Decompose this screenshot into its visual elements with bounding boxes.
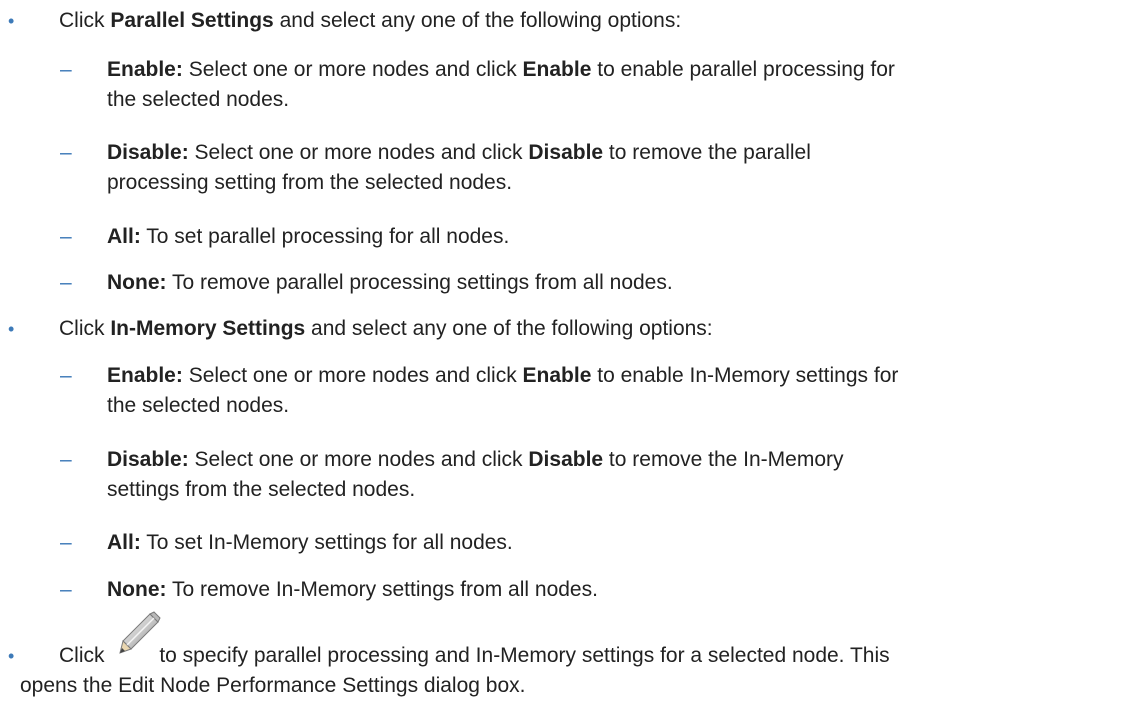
option-text: All: To set parallel processing for all … [107,222,1107,252]
bullet-mark: • [8,11,15,31]
dash-mark: – [60,578,72,601]
option-desc: to enable In-Memory settings for [591,364,899,387]
option-desc: to enable parallel processing for [591,58,895,81]
parallel-settings-label: Parallel Settings [110,9,274,32]
option-label: All: [107,225,141,248]
text-line2: opens the Edit Node Performance Settings… [20,674,526,697]
bullet-mark: • [8,646,15,666]
option-desc: Select one or more nodes and click [188,448,529,471]
option-text: None: To remove parallel processing sett… [107,268,1107,298]
option-label: Disable: [107,141,189,164]
text-prefix: Click [59,9,111,32]
option-desc: to remove the In-Memory [603,448,844,471]
dash-mark: – [60,271,72,294]
dash-mark: – [60,448,72,471]
option-label: Disable: [107,448,189,471]
bullet-mark: • [8,319,15,339]
option-button-ref: Disable [528,448,604,471]
dash-mark: – [60,531,72,554]
option-desc: settings from the selected nodes. [107,478,416,501]
option-text: Enable: Select one or more nodes and cli… [107,361,1107,421]
bullet-text: Click to specify parallel processing and… [59,611,1109,671]
text-suffix: and select any one of the following opti… [273,9,682,32]
option-button-ref: Enable [522,58,592,81]
bullet-text: Click In-Memory Settings and select any … [59,314,1109,344]
option-text: None: To remove In-Memory settings from … [107,575,1107,605]
option-text: Disable: Select one or more nodes and cl… [107,138,1107,198]
option-label: Enable: [107,58,183,81]
dash-mark: – [60,364,72,387]
option-desc: Select one or more nodes and click [182,58,523,81]
option-label: None: [107,578,167,601]
option-desc: To set parallel processing for all nodes… [140,225,510,248]
in-memory-settings-label: In-Memory Settings [110,317,306,340]
option-desc: To remove In-Memory settings from all no… [166,578,598,601]
option-label: None: [107,271,167,294]
option-desc: To remove parallel processing settings f… [166,271,673,294]
pencil-icon [117,611,161,657]
option-desc: to remove the parallel [603,141,811,164]
option-desc: the selected nodes. [107,88,290,111]
option-desc: Select one or more nodes and click [182,364,523,387]
option-desc: Select one or more nodes and click [188,141,529,164]
option-desc: the selected nodes. [107,394,290,417]
dash-mark: – [60,225,72,248]
dash-mark: – [60,58,72,81]
text-suffix: to specify parallel processing and In-Me… [153,644,890,667]
option-text: All: To set In-Memory settings for all n… [107,528,1107,558]
text-prefix: Click [59,317,111,340]
option-desc: processing setting from the selected nod… [107,171,513,194]
option-label: Enable: [107,364,183,387]
option-button-ref: Enable [522,364,592,387]
dash-mark: – [60,141,72,164]
option-text: Disable: Select one or more nodes and cl… [107,445,1107,505]
bullet-text: Click Parallel Settings and select any o… [59,6,1109,36]
text-suffix: and select any one of the following opti… [305,317,713,340]
option-desc: To set In-Memory settings for all nodes. [140,531,513,554]
option-label: All: [107,531,141,554]
option-button-ref: Disable [528,141,604,164]
option-text: Enable: Select one or more nodes and cli… [107,55,1107,115]
text-prefix: Click [59,644,105,667]
